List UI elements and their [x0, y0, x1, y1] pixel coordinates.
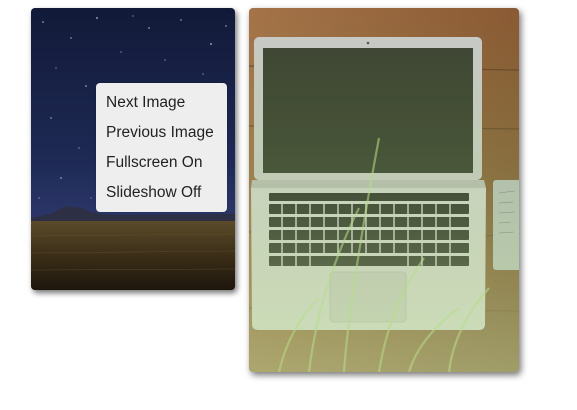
menu-item-slideshow[interactable]: Slideshow Off	[96, 182, 227, 212]
menu-item-previous-image[interactable]: Previous Image	[96, 122, 227, 152]
laptop-desk-image	[249, 8, 519, 372]
image-context-menu: Next Image Previous Image Fullscreen On …	[96, 83, 227, 212]
menu-item-next-image[interactable]: Next Image	[96, 92, 227, 122]
menu-item-fullscreen[interactable]: Fullscreen On	[96, 152, 227, 182]
laptop-desk-photo[interactable]	[249, 8, 519, 372]
